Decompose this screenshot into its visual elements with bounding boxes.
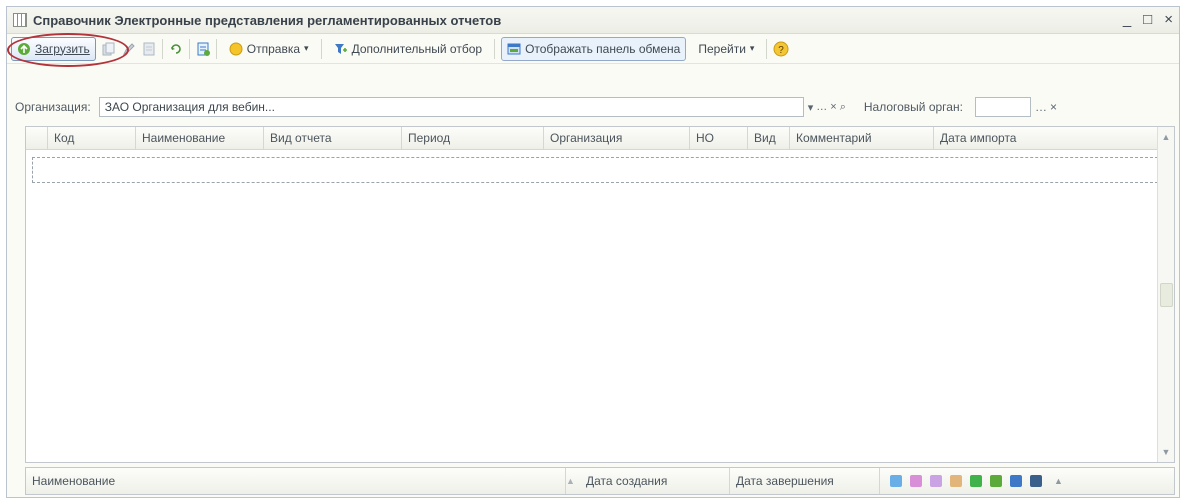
scroll-down-icon[interactable]: ▼ (1160, 446, 1172, 458)
window-controls: _ □ × (1123, 11, 1173, 28)
close-button[interactable]: × (1164, 11, 1173, 28)
clear-icon[interactable]: × (830, 101, 836, 113)
separator (188, 38, 190, 59)
dropdown-arrow-icon: ▾ (304, 43, 309, 53)
reference-window: Справочник Электронные представления рег… (6, 6, 1180, 498)
column-header-exchange-name[interactable]: Наименование (26, 468, 566, 494)
status-icon[interactable] (930, 475, 942, 487)
reports-table: Код Наименование Вид отчета Период Орган… (25, 126, 1175, 463)
extra-filter-button[interactable]: Дополнительный отбор (328, 37, 488, 61)
send-label: Отправка (246, 41, 301, 56)
table-header: Код Наименование Вид отчета Период Орган… (26, 127, 1174, 150)
scroll-thumb[interactable] (1160, 283, 1173, 307)
sort-asc-icon: ▲ (566, 476, 575, 486)
help-label: ? (779, 45, 785, 56)
title-bar: Справочник Электронные представления рег… (7, 7, 1179, 34)
separator (494, 38, 496, 59)
scroll-up-icon[interactable]: ▲ (1160, 131, 1172, 143)
column-header-import-date[interactable]: Дата импорта (934, 127, 1108, 149)
select-ellipsis-icon[interactable]: … (816, 101, 827, 113)
status-icon[interactable] (990, 475, 1002, 487)
catalog-icon (13, 13, 27, 27)
select-ellipsis-icon[interactable]: … (1035, 100, 1047, 114)
document-icon[interactable] (196, 42, 210, 56)
toolbar: Загрузить Отправка ▾ Дополнительный отбо… (7, 34, 1179, 64)
refresh-icon[interactable] (169, 42, 183, 56)
dropdown-arrow-icon: ▾ (749, 43, 755, 53)
status-icon[interactable] (950, 475, 962, 487)
copy-icon[interactable] (102, 42, 116, 56)
send-icon (229, 42, 243, 56)
send-button[interactable]: Отправка ▾ (223, 37, 315, 61)
status-icon[interactable] (1030, 475, 1042, 487)
delete-mark-icon[interactable] (142, 42, 156, 56)
column-header-completed-date[interactable]: Дата завершения (730, 468, 880, 494)
help-icon[interactable]: ? (773, 41, 789, 57)
dropdown-arrow-icon[interactable]: ▾ (808, 101, 814, 114)
column-header-comment[interactable]: Комментарий (790, 127, 934, 149)
column-header-created-date[interactable]: Дата создания (580, 468, 730, 494)
organization-field[interactable]: ЗАО Организация для вебин... (98, 97, 804, 117)
tax-office-field[interactable] (974, 97, 1031, 117)
status-icon[interactable] (970, 475, 982, 487)
separator (320, 38, 322, 59)
load-icon (17, 42, 31, 56)
status-icon[interactable] (890, 475, 902, 487)
column-header-report-type[interactable]: Вид отчета (264, 127, 402, 149)
exchange-status-icons: ▲ (880, 475, 1063, 487)
edit-icon[interactable] (122, 42, 136, 56)
goto-button[interactable]: Перейти ▾ (692, 37, 760, 61)
table-row[interactable] (32, 157, 1158, 183)
column-header-code[interactable]: Код (48, 127, 136, 149)
separator (766, 38, 768, 59)
maximize-button[interactable]: □ (1143, 11, 1152, 28)
extra-filter-label: Дополнительный отбор (351, 41, 483, 56)
filter-icon (334, 42, 348, 56)
exchange-panel-icon (507, 42, 521, 56)
minimize-button[interactable]: _ (1123, 11, 1131, 28)
status-icon[interactable] (1010, 475, 1022, 487)
status-icon[interactable] (910, 475, 922, 487)
separator (215, 38, 217, 59)
column-header-tax-office[interactable]: НО (690, 127, 748, 149)
separator (161, 38, 163, 59)
row-marker-column (26, 127, 48, 149)
load-button[interactable]: Загрузить (11, 36, 96, 61)
vertical-scrollbar[interactable]: ▲ ▼ (1157, 127, 1174, 462)
scroll-up-icon[interactable]: ▲ (1054, 476, 1063, 486)
window-title: Справочник Электронные представления рег… (33, 12, 502, 28)
clear-icon[interactable]: × (1050, 100, 1057, 114)
organization-field-buttons: ▾ … × ⌕ (808, 101, 846, 114)
show-exchange-panel-button[interactable]: Отображать панель обмена (501, 36, 687, 61)
column-header-period[interactable]: Период (402, 127, 544, 149)
show-exchange-label: Отображать панель обмена (525, 41, 681, 56)
column-header-organization[interactable]: Организация (544, 127, 690, 149)
column-header-name[interactable]: Наименование (136, 127, 264, 149)
goto-label: Перейти (698, 41, 746, 56)
organization-value: ЗАО Организация для вебин... (104, 100, 275, 114)
column-header-kind[interactable]: Вид (748, 127, 790, 149)
exchange-panel-table-header: Наименование ▲ Дата создания Дата заверш… (25, 467, 1175, 495)
filter-bar: Организация: ЗАО Организация для вебин..… (7, 93, 1179, 121)
search-icon[interactable]: ⌕ (840, 101, 846, 114)
organization-label: Организация: (15, 100, 91, 114)
load-label: Загрузить (35, 41, 90, 56)
tax-office-label: Налоговый орган: (863, 100, 963, 114)
